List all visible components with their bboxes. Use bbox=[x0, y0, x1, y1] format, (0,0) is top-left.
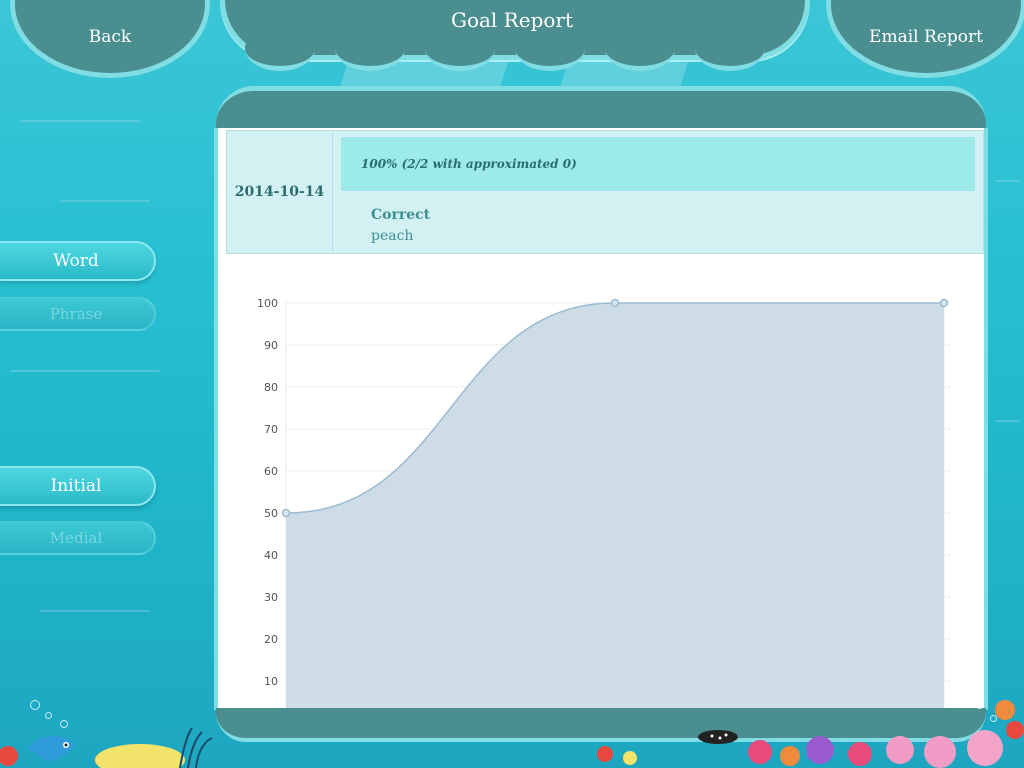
back-button-label: Back bbox=[88, 27, 132, 47]
series-area bbox=[286, 303, 944, 710]
phrase-level-label: Phrase bbox=[49, 305, 103, 323]
water-streak bbox=[10, 370, 160, 372]
y-tick-label: 70 bbox=[264, 423, 278, 436]
y-tick-label: 100 bbox=[257, 297, 278, 310]
progress-chart: 10 20 30 40 50 60 70 80 90 100 bbox=[257, 297, 950, 710]
word-level-label: Word bbox=[53, 251, 99, 271]
water-streak bbox=[995, 180, 1020, 182]
bubble bbox=[30, 700, 40, 710]
sea-floor-decoration bbox=[0, 700, 1024, 768]
bubble bbox=[975, 700, 984, 709]
bubble bbox=[990, 715, 997, 722]
water-streak bbox=[40, 610, 150, 612]
score-text: 100% (2/2 with approximated 0) bbox=[361, 157, 577, 171]
y-tick-label: 10 bbox=[264, 675, 278, 688]
fish-icon bbox=[698, 730, 738, 744]
word-level-button[interactable]: Word bbox=[0, 241, 156, 281]
y-tick-label: 60 bbox=[264, 465, 278, 478]
score-summary: 100% (2/2 with approximated 0) bbox=[341, 137, 975, 191]
result-label: Correct bbox=[371, 207, 431, 223]
data-point[interactable] bbox=[610, 298, 620, 308]
data-point[interactable] bbox=[939, 298, 949, 308]
y-tick-label: 50 bbox=[264, 507, 278, 520]
back-button[interactable]: Back bbox=[10, 0, 210, 78]
water-streak bbox=[20, 120, 140, 122]
report-panel: 2014-10-14 100% (2/2 with approximated 0… bbox=[214, 128, 988, 710]
initial-position-button[interactable]: Initial bbox=[0, 466, 156, 506]
medial-position-label: Medial bbox=[49, 529, 103, 547]
phrase-level-button[interactable]: Phrase bbox=[0, 297, 156, 331]
bubble bbox=[45, 712, 52, 719]
medial-position-button[interactable]: Medial bbox=[0, 521, 156, 555]
result-words: peach bbox=[371, 228, 414, 244]
email-report-button-label: Email Report bbox=[869, 27, 983, 47]
fish-icon bbox=[28, 735, 76, 762]
email-report-button[interactable]: Email Report bbox=[826, 0, 1024, 78]
report-row: 2014-10-14 100% (2/2 with approximated 0… bbox=[226, 130, 984, 254]
y-tick-label: 40 bbox=[264, 549, 278, 562]
y-tick-label: 90 bbox=[264, 339, 278, 352]
water-streak bbox=[995, 420, 1020, 422]
initial-position-label: Initial bbox=[50, 476, 102, 496]
bubble bbox=[60, 720, 68, 728]
report-date: 2014-10-14 bbox=[227, 131, 333, 253]
water-streak bbox=[60, 200, 150, 202]
y-tick-label: 80 bbox=[264, 381, 278, 394]
y-tick-label: 20 bbox=[264, 633, 278, 646]
data-point[interactable] bbox=[281, 508, 291, 518]
y-tick-label: 30 bbox=[264, 591, 278, 604]
